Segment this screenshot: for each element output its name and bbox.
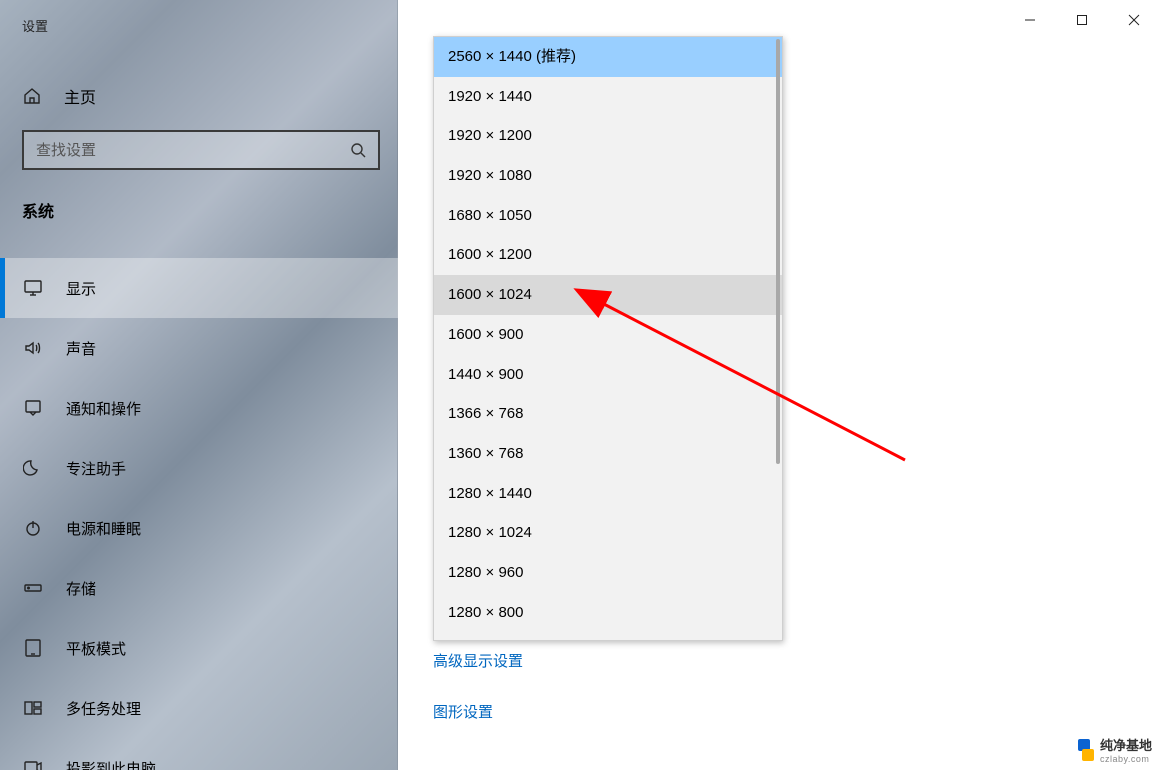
main-area: 2560 × 1440 (推荐)1920 × 14401920 × 120019… [398,0,1160,770]
watermark-logo-icon [1072,739,1094,761]
advanced-display-link[interactable]: 高级显示设置 [433,650,523,671]
home-label: 主页 [64,84,96,108]
tablet-icon [22,637,44,659]
power-icon [22,517,44,539]
resolution-dropdown[interactable]: 2560 × 1440 (推荐)1920 × 14401920 × 120019… [433,36,783,641]
monitor-icon [22,277,44,299]
home-nav[interactable]: 主页 [22,76,96,116]
resolution-option-9[interactable]: 1366 × 768 [434,394,782,434]
nav-item-label: 平板模式 [66,638,126,659]
resolution-option-11[interactable]: 1280 × 1440 [434,474,782,514]
watermark-name: 纯净基地 [1100,738,1152,753]
nav-item-label: 多任务处理 [66,698,141,719]
project-icon [22,757,44,770]
speaker-icon [22,337,44,359]
notification-icon [22,397,44,419]
resolution-option-14[interactable]: 1280 × 800 [434,593,782,633]
resolution-option-13[interactable]: 1280 × 960 [434,553,782,593]
settings-window: 设置 主页 系统 显示声音通知和操作专注助手电源和睡眠存储平板模式多任务处理投影… [0,0,1160,770]
content-links: 高级显示设置 图形设置 [433,650,523,752]
nav-item-7[interactable]: 多任务处理 [0,678,398,738]
resolution-option-2[interactable]: 1920 × 1200 [434,116,782,156]
nav-item-8[interactable]: 投影到此电脑 [0,738,398,770]
resolution-option-0[interactable]: 2560 × 1440 (推荐) [434,37,782,77]
nav-item-label: 存储 [66,578,96,599]
nav-item-label: 声音 [66,338,96,359]
resolution-option-8[interactable]: 1440 × 900 [434,355,782,395]
search-icon [338,132,378,168]
nav-item-label: 专注助手 [66,458,126,479]
nav-item-label: 投影到此电脑 [66,758,156,770]
nav-item-3[interactable]: 专注助手 [0,438,398,498]
sidebar-group-title: 系统 [22,198,54,222]
nav-item-label: 通知和操作 [66,398,141,419]
dropdown-scrollbar[interactable] [776,39,780,464]
watermark: 纯净基地 czlaby.com [1072,735,1152,764]
nav-list: 显示声音通知和操作专注助手电源和睡眠存储平板模式多任务处理投影到此电脑 [0,258,398,770]
search-input[interactable] [24,132,338,168]
resolution-option-6[interactable]: 1600 × 1024 [434,275,782,315]
home-icon [22,86,42,106]
resolution-option-5[interactable]: 1600 × 1200 [434,235,782,275]
nav-item-4[interactable]: 电源和睡眠 [0,498,398,558]
nav-item-label: 电源和睡眠 [66,518,141,539]
graphics-settings-link[interactable]: 图形设置 [433,701,523,722]
nav-item-1[interactable]: 声音 [0,318,398,378]
resolution-option-12[interactable]: 1280 × 1024 [434,513,782,553]
resolution-option-1[interactable]: 1920 × 1440 [434,77,782,117]
multitask-icon [22,697,44,719]
minimize-button[interactable] [1004,0,1056,40]
nav-item-2[interactable]: 通知和操作 [0,378,398,438]
search-box[interactable] [22,130,380,170]
resolution-option-3[interactable]: 1920 × 1080 [434,156,782,196]
resolution-option-10[interactable]: 1360 × 768 [434,434,782,474]
moon-icon [22,457,44,479]
watermark-domain: czlaby.com [1100,754,1152,764]
resolution-option-7[interactable]: 1600 × 900 [434,315,782,355]
resolution-option-4[interactable]: 1680 × 1050 [434,196,782,236]
nav-item-5[interactable]: 存储 [0,558,398,618]
sidebar: 设置 主页 系统 显示声音通知和操作专注助手电源和睡眠存储平板模式多任务处理投影… [0,0,398,770]
close-button[interactable] [1108,0,1160,40]
storage-icon [22,577,44,599]
maximize-button[interactable] [1056,0,1108,40]
nav-item-6[interactable]: 平板模式 [0,618,398,678]
nav-item-0[interactable]: 显示 [0,258,398,318]
titlebar [1004,0,1160,40]
panel-title: 设置 [22,16,48,35]
nav-item-label: 显示 [66,278,96,299]
